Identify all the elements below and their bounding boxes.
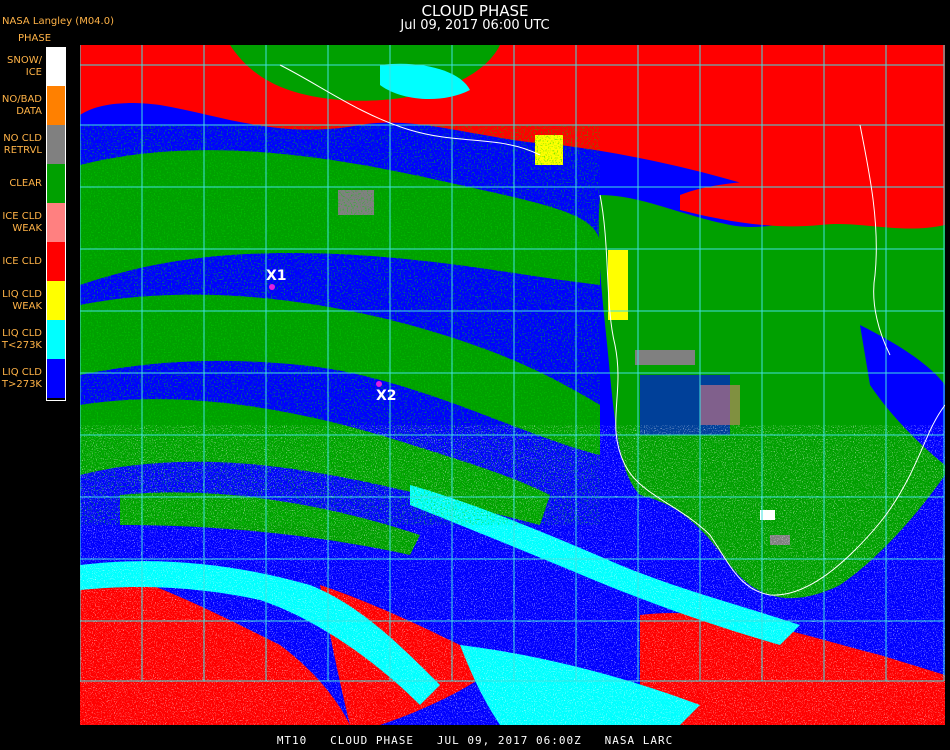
legend-item-label: LIQ CLD T>273K [0,359,42,398]
footer-caption: MT10 CLOUD PHASE JUL 09, 2017 06:00Z NAS… [276,734,674,747]
legend-item-label: NO CLD RETRVL [0,125,42,164]
ice-weak-patch [700,385,740,425]
legend-item-label: SNOW/ICE [0,47,42,86]
map-base [80,45,945,725]
legend-item-label: LIQ CLD WEAK [0,281,42,320]
legend-label-line2: RETRVL [3,144,42,156]
legend-label-line2: T<273K [1,339,42,351]
legend-item-label: LIQ CLD T<273K [0,320,42,359]
legend-label-line1: LIQ CLD [2,366,42,378]
legend-item-label: CLEAR [0,164,42,203]
legend-title: PHASE [18,33,52,44]
legend-label-line1: ICE CLD [2,255,42,267]
legend-item-label: ICE CLD [0,242,42,281]
legend-label-line1: LIQ CLD [2,327,42,339]
legend-label-line2: WEAK [12,300,42,312]
legend-label-line1: SNOW/ [7,54,42,66]
liquid-weak-patch [608,250,628,320]
legend-item-label: NO/BAD DATA [0,86,42,125]
legend-label-line1: CLEAR [9,177,42,189]
legend-label-line1: ICE CLD [2,210,42,222]
legend-item-label: ICE CLD WEAK [0,203,42,242]
legend-label-line1: LIQ CLD [2,288,42,300]
speckle-texture [80,125,600,525]
marker-x1-label: X1 [266,268,287,284]
cloud-phase-map [80,45,945,725]
legend-label-line2: T>273K [1,378,42,390]
legend-label-line1: NO/BAD [1,93,42,105]
source-label: NASA Langley (M04.0) [2,16,114,27]
map-timestamp: Jul 09, 2017 06:00 UTC [400,18,550,33]
no-retrieval-patch [635,350,695,365]
legend-label-line2: ICE [25,66,42,78]
marker-x1-dot [269,284,275,290]
legend-label-line2: DATA [16,105,42,117]
legend-frame [46,47,66,401]
legend-label-line1: NO CLD [3,132,42,144]
marker-x2-dot [376,381,382,387]
legend-label-line2: WEAK [12,222,42,234]
marker-x2-label: X2 [376,388,397,404]
